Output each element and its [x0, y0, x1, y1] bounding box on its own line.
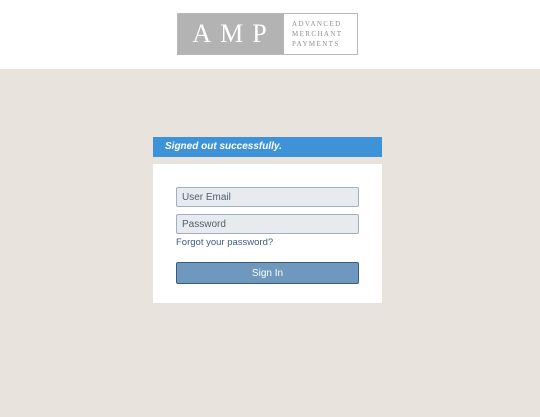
amp-logo: AMP ADVANCED MERCHANT PAYMENTS: [177, 13, 358, 55]
forgot-password-link[interactable]: Forgot your password?: [176, 237, 273, 248]
logo-line-merchant: MERCHANT: [292, 30, 343, 38]
logo-line-payments: PAYMENTS: [292, 40, 340, 48]
login-form: Forgot your password? Sign In: [153, 164, 382, 303]
logo-mark: AMP: [178, 14, 284, 54]
logo-line-advanced: ADVANCED: [292, 20, 342, 28]
flash-notice: Signed out successfully.: [153, 137, 382, 157]
sign-in-button[interactable]: Sign In: [176, 262, 359, 284]
site-header: AMP ADVANCED MERCHANT PAYMENTS: [0, 0, 540, 69]
email-field[interactable]: [176, 187, 359, 207]
password-field[interactable]: [176, 214, 359, 234]
logo-wordmark: ADVANCED MERCHANT PAYMENTS: [284, 14, 357, 54]
